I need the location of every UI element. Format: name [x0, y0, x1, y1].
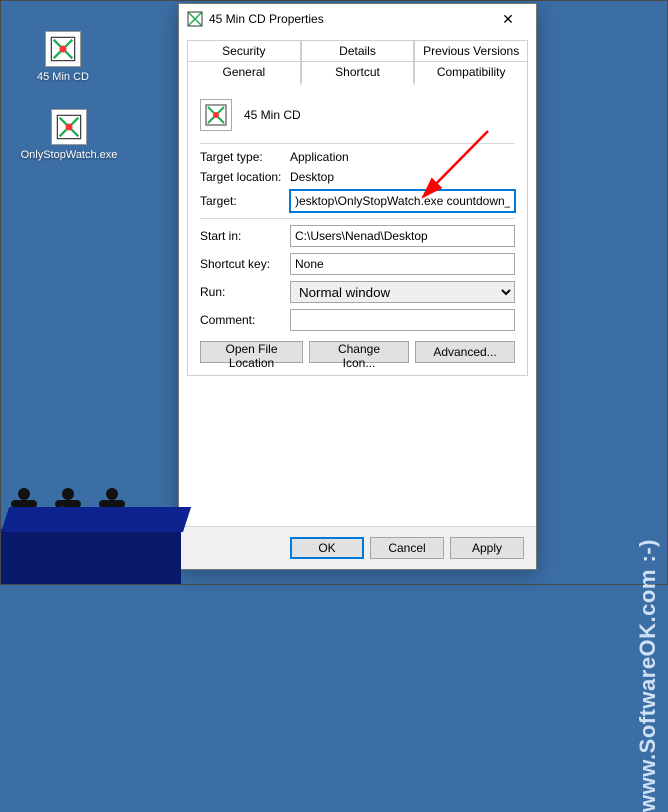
- advanced-button[interactable]: Advanced...: [415, 341, 515, 363]
- run-label: Run:: [200, 285, 290, 299]
- start-in-label: Start in:: [200, 229, 290, 243]
- titlebar[interactable]: 45 Min CD Properties ✕: [179, 4, 536, 34]
- target-location-label: Target location:: [200, 170, 290, 184]
- cancel-button[interactable]: Cancel: [370, 537, 444, 559]
- start-in-input[interactable]: [290, 225, 515, 247]
- open-file-location-button[interactable]: Open File Location: [200, 341, 303, 363]
- desktop-icon-onlystopwatch[interactable]: OnlyStopWatch.exe: [13, 109, 125, 161]
- apply-button[interactable]: Apply: [450, 537, 524, 559]
- tab-details[interactable]: Details: [301, 40, 415, 61]
- tab-security[interactable]: Security: [187, 40, 301, 61]
- window-icon: [187, 11, 203, 27]
- target-type-value: Application: [290, 150, 515, 164]
- tab-general[interactable]: General: [187, 61, 301, 85]
- target-label: Target:: [200, 194, 290, 208]
- target-input[interactable]: [290, 190, 515, 212]
- comment-input[interactable]: [290, 309, 515, 331]
- shortcut-key-input[interactable]: [290, 253, 515, 275]
- run-select[interactable]: Normal window: [290, 281, 515, 303]
- score-scene: 8 7 9: [1, 489, 181, 584]
- desktop-icon-45-min-cd[interactable]: 45 Min CD: [27, 31, 99, 83]
- target-type-label: Target type:: [200, 150, 290, 164]
- exe-icon: [51, 109, 87, 145]
- desktop-icon-label: OnlyStopWatch.exe: [13, 149, 125, 161]
- tab-shortcut[interactable]: Shortcut: [301, 61, 415, 85]
- close-button[interactable]: ✕: [488, 5, 528, 33]
- ok-button[interactable]: OK: [290, 537, 364, 559]
- shortcut-large-icon: [200, 99, 232, 131]
- watermark-text: www.SoftwareOK.com :-): [635, 539, 661, 812]
- change-icon-button[interactable]: Change Icon...: [309, 341, 409, 363]
- desktop-icon-label: 45 Min CD: [27, 71, 99, 83]
- shortcut-icon: [45, 31, 81, 67]
- tab-previous-versions[interactable]: Previous Versions: [414, 40, 528, 61]
- window-title: 45 Min CD Properties: [209, 12, 488, 26]
- shortcut-panel: 45 Min CD Target type: Application Targe…: [187, 84, 528, 376]
- comment-label: Comment:: [200, 313, 290, 327]
- shortcut-name: 45 Min CD: [244, 108, 301, 122]
- tab-compatibility[interactable]: Compatibility: [414, 61, 528, 85]
- close-icon: ✕: [502, 11, 514, 28]
- target-location-value: Desktop: [290, 170, 515, 184]
- shortcut-key-label: Shortcut key:: [200, 257, 290, 271]
- properties-window: 45 Min CD Properties ✕ Security Details …: [178, 3, 537, 570]
